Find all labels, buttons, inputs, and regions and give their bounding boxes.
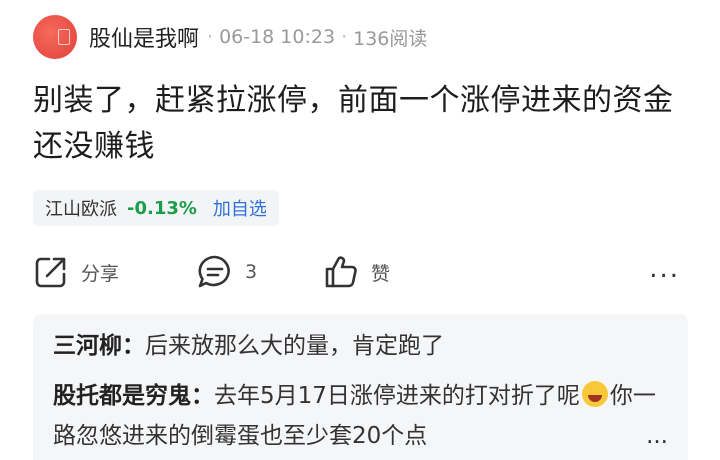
laughing-emoji-icon (581, 381, 608, 407)
stock-name[interactable]: 江山欧派 (45, 195, 117, 221)
post-date: 06-18 10:23 (219, 26, 336, 48)
share-button[interactable]: 分享 (33, 254, 119, 290)
like-label: 赞 (371, 262, 391, 285)
more-options-icon[interactable]: ... (649, 254, 680, 284)
avatar-badge-icon (58, 29, 70, 45)
author-name[interactable]: 股仙是我啊 (89, 21, 199, 53)
thumbs-up-icon (325, 256, 357, 288)
comment-user[interactable]: 股托都是穷鬼： (53, 383, 214, 409)
comment-item[interactable]: 股托都是穷鬼：去年5月17日涨停进来的打对折了呢 你一路忽悠进来的倒霉蛋也至少套2… (53, 376, 668, 456)
post-header: 股仙是我啊 · 06-18 10:23 · 136阅读 (33, 13, 427, 61)
post-text[interactable]: 别装了，赶紧拉涨停，前面一个涨停进来的资金还没赚钱 (33, 78, 693, 170)
action-bar: 分享 3 赞 ... (33, 250, 688, 294)
avatar[interactable] (33, 15, 77, 59)
stock-change: -0.13% (127, 197, 197, 219)
add-watchlist-button[interactable]: 加自选 (213, 195, 267, 221)
comment-preview[interactable]: 三河柳：后来放那么大的量，肯定跑了 股托都是穷鬼：去年5月17日涨停进来的打对折… (33, 314, 688, 460)
comment-button[interactable]: 3 (197, 254, 257, 290)
read-count: 136阅读 (353, 27, 428, 50)
comment-text: 去年5月17日涨停进来的打对折了呢 (214, 383, 580, 409)
comment-count: 3 (245, 261, 258, 283)
comment-user[interactable]: 三河柳： (53, 333, 145, 359)
comment-text: 后来放那么大的量，肯定跑了 (145, 333, 444, 359)
like-button[interactable]: 赞 (323, 254, 390, 290)
comment-icon (198, 255, 230, 288)
stock-tag[interactable]: 江山欧派 -0.13% 加自选 (33, 190, 279, 226)
ellipsis-icon: ... (646, 423, 668, 449)
share-icon (35, 257, 66, 288)
comment-item[interactable]: 三河柳：后来放那么大的量，肯定跑了 (53, 326, 668, 366)
post-meta: · 06-18 10:23 · 136阅读 (207, 24, 427, 51)
share-label: 分享 (81, 262, 120, 285)
